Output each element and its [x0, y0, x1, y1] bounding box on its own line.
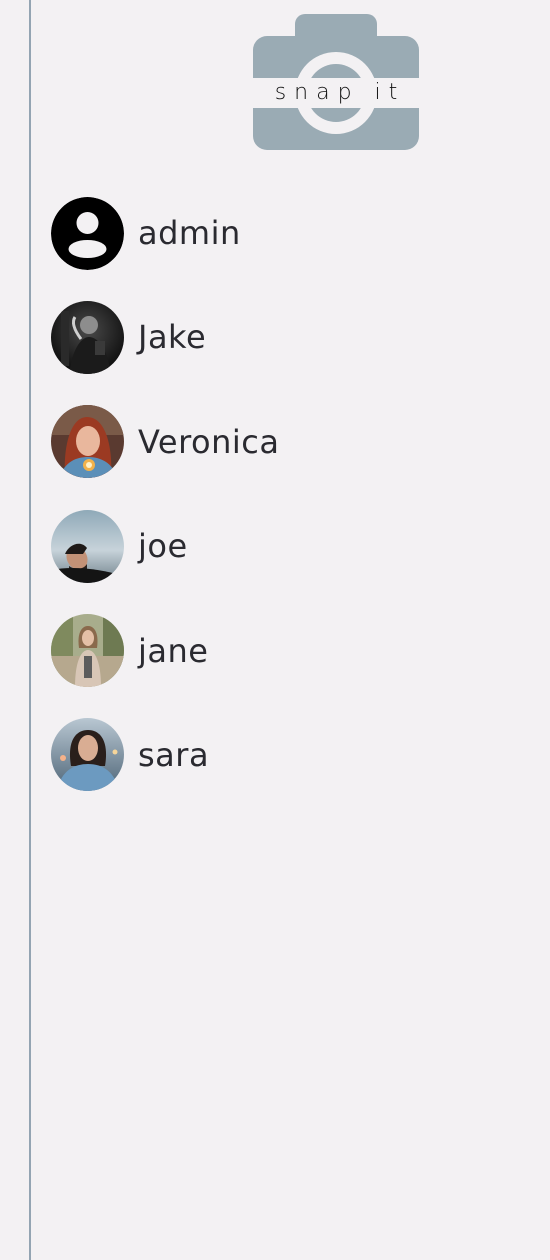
username: sara	[138, 735, 210, 774]
user-list: admin Jake Veronica joe jane sara	[51, 196, 531, 822]
user-item-veronica[interactable]: Veronica	[51, 405, 531, 479]
sidebar-panel: snap it admin Jake Veronica joe jane sar…	[0, 0, 550, 1260]
avatar	[51, 614, 124, 688]
user-item-jane[interactable]: jane	[51, 614, 531, 688]
avatar	[51, 509, 124, 583]
username: Veronica	[138, 422, 280, 461]
default-user-icon	[51, 196, 124, 270]
avatar	[51, 718, 124, 792]
avatar	[51, 405, 124, 479]
username: Jake	[138, 318, 207, 357]
divider	[29, 0, 31, 1260]
username: admin	[138, 214, 241, 252]
username: jane	[138, 631, 209, 670]
user-item-joe[interactable]: joe	[51, 509, 531, 583]
user-item-sara[interactable]: sara	[51, 718, 531, 792]
user-item-jake[interactable]: Jake	[51, 300, 531, 374]
app-logo[interactable]: snap it	[253, 14, 419, 150]
username: joe	[138, 527, 188, 566]
avatar	[51, 300, 124, 374]
user-item-admin[interactable]: admin	[51, 196, 531, 270]
logo-text: snap it	[274, 80, 406, 105]
